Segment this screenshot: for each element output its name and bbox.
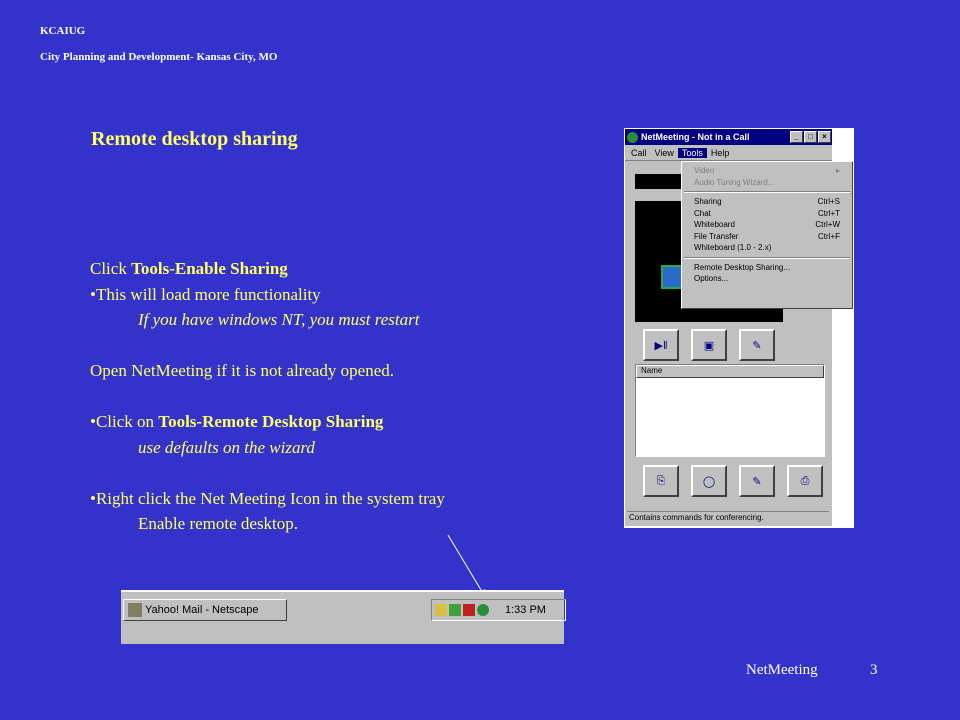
file-transfer-button[interactable]: ⎙: [787, 465, 823, 497]
menu-tools[interactable]: Tools: [677, 147, 707, 158]
menu-item-audio-wizard[interactable]: Audio Tuning Wizard...: [682, 177, 852, 189]
dept-label: City Planning and Development- Kansas Ci…: [40, 51, 278, 63]
title-bar: NetMeeting - Not in a Call _ □ ×: [625, 129, 832, 145]
line-8: Enable remote desktop.: [138, 514, 299, 533]
menu-item-options[interactable]: Options...: [682, 273, 852, 285]
menu-item-chat[interactable]: Chat Ctrl+T: [682, 208, 852, 220]
menu-item-whiteboard[interactable]: Whiteboard Ctrl+W: [682, 219, 852, 231]
tools-menu: Video ▸ Audio Tuning Wizard... Sharing Ctr…: [681, 161, 853, 309]
taskbar-edge: [121, 590, 564, 592]
menu-separator: [684, 256, 850, 259]
participant-list[interactable]: Name: [635, 364, 825, 457]
menu-separator: [684, 191, 850, 193]
taskbar-button-netscape[interactable]: Yahoo! Mail - Netscape: [123, 599, 287, 621]
line-5-prefix: •Click on: [90, 412, 159, 431]
menu-item-video[interactable]: Video ▸: [682, 165, 852, 177]
yahoo-tray-icon[interactable]: [463, 604, 475, 616]
menu-item-file-transfer[interactable]: File Transfer Ctrl+F: [682, 231, 852, 243]
window-title: NetMeeting - Not in a Call: [641, 132, 750, 142]
list-header-name[interactable]: Name: [636, 365, 824, 378]
line-1: Click Tools-Enable Sharing: [90, 256, 445, 282]
audio-button[interactable]: ✎: [739, 329, 775, 361]
line-1-bold: Tools-Enable Sharing: [131, 259, 288, 278]
blank-2: [90, 384, 445, 410]
picture-button[interactable]: ▣: [691, 329, 727, 361]
footer-label: NetMeeting: [746, 662, 818, 678]
task-label: Yahoo! Mail - Netscape: [145, 604, 259, 616]
line-5-bold: Tools-Remote Desktop Sharing: [158, 412, 384, 431]
netmeeting-app-icon: [627, 131, 638, 143]
minimize-button[interactable]: _: [790, 131, 803, 143]
menu-item-sharing[interactable]: Sharing Ctrl+S: [682, 196, 852, 208]
line-1-prefix: Click: [90, 259, 132, 278]
blank-1: [90, 333, 445, 359]
tray-clock: 1:33 PM: [505, 604, 546, 616]
play-pause-button[interactable]: ▶‖: [643, 329, 679, 361]
tray-icon-1[interactable]: [435, 604, 447, 616]
media-button-row: ▶‖ ▣ ✎: [643, 329, 775, 361]
chat-button[interactable]: ◯: [691, 465, 727, 497]
line-7: •Right click the Net Meeting Icon in the…: [90, 488, 445, 508]
whiteboard-button[interactable]: ✎: [739, 465, 775, 497]
close-button[interactable]: ×: [818, 131, 831, 143]
netscape-icon: [128, 603, 142, 617]
blank-3: [90, 460, 445, 486]
status-bar: Contains commands for conferencing.: [627, 511, 829, 524]
address-combo[interactable]: [635, 174, 685, 189]
line-2: •This will load more functionality: [90, 284, 321, 304]
slide-body: Click Tools-Enable Sharing •This will lo…: [90, 256, 445, 537]
windows-taskbar: Yahoo! Mail - Netscape 1:33 PM: [121, 590, 566, 644]
menu-bar: Call View Tools Help: [625, 145, 832, 161]
page-number: 3: [870, 662, 878, 678]
share-button[interactable]: ⎘: [643, 465, 679, 497]
menu-view[interactable]: View: [651, 148, 678, 158]
line-5: •Click on Tools-Remote Desktop Sharing: [90, 409, 445, 435]
menu-call[interactable]: Call: [627, 148, 651, 158]
menu-help[interactable]: Help: [707, 148, 734, 158]
maximize-button[interactable]: □: [804, 131, 817, 143]
tool-button-row: ⎘ ◯ ✎ ⎙: [643, 465, 823, 497]
system-tray: 1:33 PM: [431, 599, 566, 621]
slide-title: Remote desktop sharing: [91, 128, 298, 150]
netmeeting-tray-icon[interactable]: [477, 604, 489, 616]
line-3: If you have windows NT, you must restart: [138, 310, 420, 329]
line-4: Open NetMeeting if it is not already ope…: [90, 361, 395, 380]
tray-icon-2[interactable]: [449, 604, 461, 616]
menu-item-whiteboard-old[interactable]: Whiteboard (1.0 - 2.x): [682, 242, 852, 254]
org-label: KCAIUG: [40, 25, 86, 37]
line-6: use defaults on the wizard: [138, 437, 315, 457]
menu-item-remote-desktop-sharing[interactable]: Remote Desktop Sharing...: [682, 262, 852, 274]
